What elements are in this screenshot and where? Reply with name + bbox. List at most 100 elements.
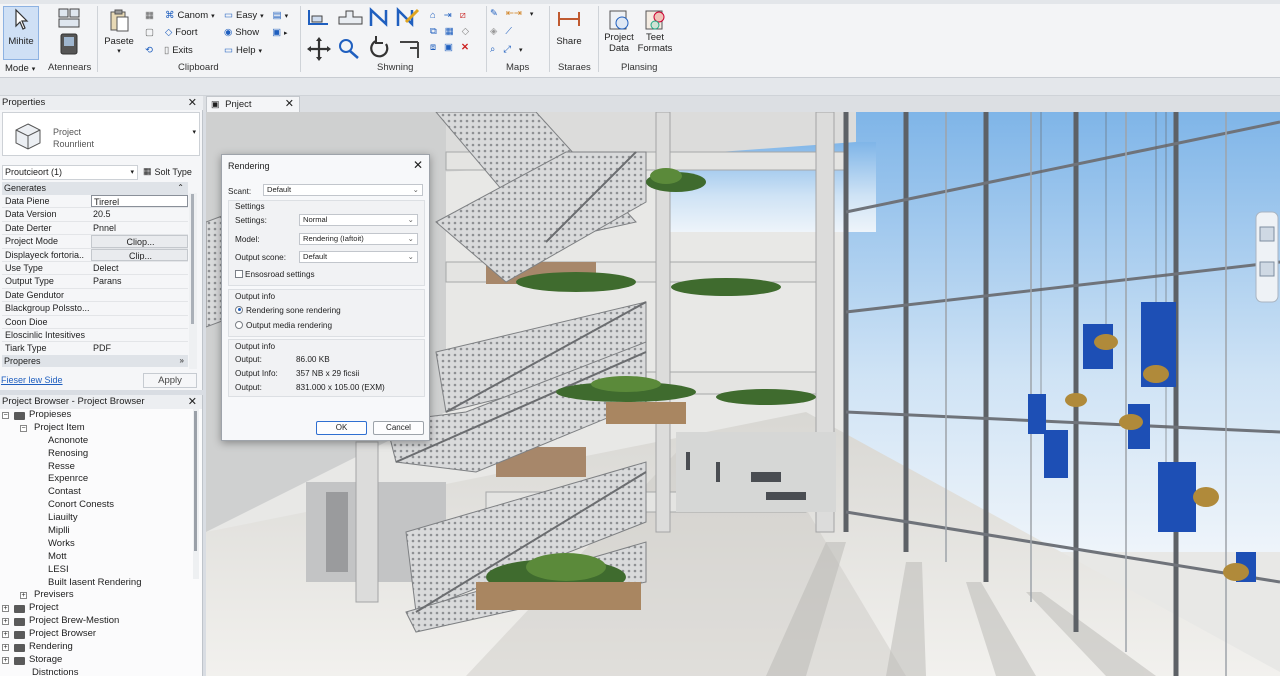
- view-tab[interactable]: ▣ Pnject ✕: [206, 96, 300, 112]
- property-value[interactable]: Cliop...: [91, 235, 188, 248]
- teet-formats-button[interactable]: Teet Formats: [638, 8, 672, 54]
- wall-icon[interactable]: [308, 10, 328, 25]
- dimension-icon[interactable]: ⇤⇥: [506, 8, 522, 19]
- help-button[interactable]: ▭ Help ▾: [224, 45, 262, 56]
- paint-icon[interactable]: ✎: [490, 8, 498, 19]
- modify-button[interactable]: Mihite: [3, 6, 39, 60]
- tree-item[interactable]: Expenrce: [0, 473, 196, 486]
- easy-button[interactable]: ▭ Easy ▾ ▤ ▾: [224, 10, 288, 21]
- property-row[interactable]: Data Version 20.5: [2, 208, 188, 222]
- property-row[interactable]: Output Type Parans: [2, 275, 188, 289]
- pin-icon[interactable]: ◇: [462, 26, 469, 37]
- property-value[interactable]: 20.5: [91, 208, 188, 220]
- edit-type-button[interactable]: ▦ Solt Type: [143, 166, 192, 177]
- tree-node-root[interactable]: − Propieses: [0, 409, 196, 422]
- expand-icon[interactable]: +: [2, 644, 9, 652]
- expand-icon[interactable]: +: [2, 631, 9, 639]
- cancel-button[interactable]: Cancel: [373, 421, 424, 435]
- expand-icon[interactable]: +: [2, 605, 9, 613]
- property-value[interactable]: Pnnel: [91, 222, 188, 234]
- tree-item[interactable]: Acnonote: [0, 435, 196, 448]
- tree-node-previsers[interactable]: + Previsers: [0, 589, 196, 602]
- output-scone-select[interactable]: Default ⌄: [299, 251, 418, 263]
- tree-item[interactable]: Liauilty: [0, 512, 196, 525]
- close-icon[interactable]: ✕: [413, 158, 423, 172]
- map-icon[interactable]: ⌕: [490, 44, 495, 55]
- property-value[interactable]: Clip...: [91, 248, 188, 261]
- properties-help-link[interactable]: Fieser lew Side: [1, 375, 63, 385]
- tree-item[interactable]: Miplli: [0, 525, 196, 538]
- tree-node-top[interactable]: + Rendering: [0, 641, 196, 654]
- foort-button[interactable]: ▢ ◇ Foort: [145, 27, 197, 38]
- chevron-down-icon[interactable]: ▾: [519, 46, 523, 54]
- tree-node-top[interactable]: + Project Brew-Mestion: [0, 615, 196, 628]
- eraser-icon[interactable]: ⧄: [460, 10, 466, 21]
- property-row[interactable]: Tiark Type PDF: [2, 342, 188, 356]
- browser-scrollbar[interactable]: [193, 409, 199, 579]
- tree-item[interactable]: Mott: [0, 551, 196, 564]
- move-icon[interactable]: [307, 37, 331, 61]
- tree-item[interactable]: Works: [0, 538, 196, 551]
- settings-select[interactable]: Normal ⌄: [299, 214, 418, 226]
- property-row[interactable]: Displayeck fortoria.. Clip...: [2, 248, 188, 262]
- close-icon[interactable]: ✕: [188, 96, 197, 110]
- property-row[interactable]: Data Piene Tirerel: [2, 195, 188, 209]
- tree-item[interactable]: LESI: [0, 564, 196, 577]
- scant-select[interactable]: Default ⌄: [263, 184, 423, 196]
- property-row[interactable]: Project Mode Cliop...: [2, 235, 188, 249]
- tree-item[interactable]: Renosing: [0, 448, 196, 461]
- collapse-icon[interactable]: −: [20, 424, 27, 432]
- model-select[interactable]: Rendering (Iaftoit) ⌄: [299, 233, 418, 245]
- cat-generates[interactable]: Generates ⌃: [2, 182, 188, 195]
- expand-icon[interactable]: +: [2, 618, 9, 626]
- property-value[interactable]: Delect: [91, 262, 188, 274]
- search-icon[interactable]: [339, 39, 359, 59]
- pen-icon[interactable]: [396, 6, 420, 28]
- properties-scrollbar[interactable]: [189, 193, 197, 369]
- paste-button[interactable]: Pasete ▾: [104, 8, 134, 55]
- ensosroad-checkbox[interactable]: Ensosroad settings: [235, 269, 315, 279]
- property-value[interactable]: Parans: [91, 275, 188, 287]
- property-value[interactable]: [91, 302, 188, 314]
- property-value[interactable]: [91, 289, 188, 301]
- exits-button[interactable]: ⟲ ▯ Exits: [145, 45, 193, 56]
- tree-node-top[interactable]: + Project Browser: [0, 628, 196, 641]
- apply-button[interactable]: Apply: [143, 373, 197, 388]
- property-row[interactable]: Date Gendutor: [2, 289, 188, 303]
- measure-icon[interactable]: ⇥: [444, 10, 452, 21]
- atennears-tool[interactable]: [52, 6, 86, 56]
- tree-item[interactable]: Contast: [0, 486, 196, 499]
- property-row[interactable]: Blackgroup Polssto...: [2, 302, 188, 316]
- line-icon[interactable]: ⟋: [505, 26, 512, 37]
- property-row[interactable]: Coon Dioe: [2, 316, 188, 329]
- rotate-icon[interactable]: [370, 36, 389, 58]
- align-icon[interactable]: [400, 41, 419, 58]
- floor-icon[interactable]: [338, 10, 363, 25]
- delete-icon[interactable]: ✕: [461, 42, 469, 53]
- close-icon[interactable]: ✕: [285, 97, 294, 112]
- radio-sone[interactable]: Rendering sone rendering: [235, 305, 341, 315]
- mode-dropdown[interactable]: Mode ▾: [5, 63, 35, 74]
- array-icon[interactable]: ▦: [445, 26, 454, 37]
- nav-wheel[interactable]: [1255, 211, 1279, 303]
- scale-icon[interactable]: ⧈: [430, 42, 436, 53]
- group-icon[interactable]: ▣: [444, 42, 453, 53]
- property-value[interactable]: Tirerel: [91, 195, 188, 208]
- property-row[interactable]: Date Derter Pnnel: [2, 222, 188, 236]
- property-row[interactable]: Eloscinlic Intesitives: [2, 329, 188, 343]
- property-row[interactable]: Use Type Delect: [2, 262, 188, 276]
- show-button[interactable]: ◉ Show ▣ ▸: [224, 27, 288, 38]
- diagonal-icon[interactable]: ⤢: [503, 44, 511, 55]
- type-selector[interactable]: Project Rounrlient ▾: [2, 112, 200, 156]
- fill-icon[interactable]: ◈: [490, 26, 497, 37]
- cat-properes[interactable]: Properes »: [2, 355, 188, 367]
- tree-node-top[interactable]: + Project: [0, 602, 196, 615]
- tree-item[interactable]: Built Iasent Rendering: [0, 577, 196, 590]
- expand-icon[interactable]: +: [2, 656, 9, 664]
- snap-icon[interactable]: ⌂: [430, 10, 436, 21]
- collapse-icon[interactable]: −: [2, 412, 9, 419]
- tree-item[interactable]: Resse: [0, 461, 196, 474]
- share-button[interactable]: Share: [554, 8, 584, 47]
- tree-item[interactable]: Conort Conests: [0, 499, 196, 512]
- canom-button[interactable]: ▦ ⌘ Canom ▾: [145, 10, 215, 21]
